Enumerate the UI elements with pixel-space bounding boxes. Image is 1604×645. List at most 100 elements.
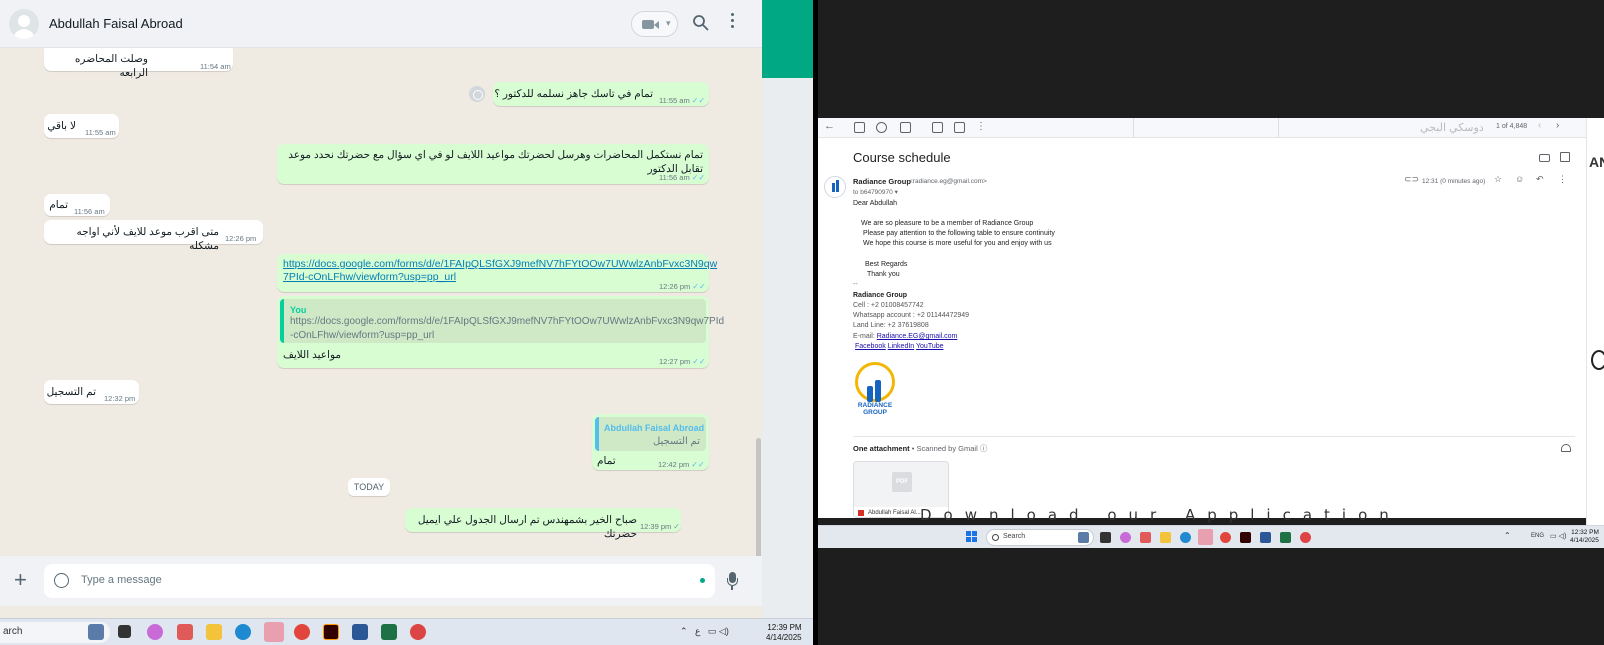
more-icon[interactable]: ⋮	[1558, 174, 1567, 185]
older-icon[interactable]: ‹	[1538, 120, 1541, 131]
message-time: 12:32 pm	[104, 394, 136, 403]
delete-icon[interactable]	[900, 122, 911, 133]
app-chrome-2-icon[interactable]	[1300, 532, 1311, 543]
app-illustrator-icon[interactable]	[323, 624, 339, 640]
message-time: 11:55 am ✓✓	[659, 96, 706, 105]
message-input[interactable]: Type a message	[44, 564, 715, 598]
app-excel-icon[interactable]	[381, 624, 397, 640]
quoted-message[interactable]: Abdullah Faisal Abroad تم التسجيل	[595, 417, 706, 451]
message-bubble-outgoing[interactable]: تمام نستكمل المحاضرات وهرسل لحضرتك مواعي…	[277, 144, 709, 184]
contact-avatar[interactable]	[9, 9, 39, 39]
taskbar-right: Search ⌃ ENG ▭ ◁) 12:32 PM 4/14/2025	[818, 525, 1604, 548]
single-tick-icon: ✓	[673, 522, 680, 531]
windows-start-icon[interactable]	[966, 531, 978, 543]
sender-avatar[interactable]	[824, 176, 846, 198]
app-snipping-icon[interactable]	[1140, 532, 1151, 543]
message-bubble-outgoing[interactable]: You https://docs.google.com/forms/d/e/1F…	[277, 296, 725, 368]
app-word-icon[interactable]	[1260, 532, 1271, 543]
email-regards: Best Regards	[865, 261, 908, 268]
message-bubble-outgoing[interactable]: تمام في تاسك جاهز نسلمه للدكتور ؟ 11:55 …	[493, 82, 709, 106]
app-excel-icon[interactable]	[1280, 532, 1291, 543]
social-links: Facebook LinkedIn YouTube	[855, 343, 944, 350]
message-text: مواعيد اللايف	[283, 349, 342, 361]
mark-unread-icon[interactable]	[932, 122, 943, 133]
back-arrow-icon[interactable]: ←	[824, 120, 835, 132]
taskbar-clock[interactable]: 12:39 PM 4/14/2025	[766, 623, 802, 643]
app-folder-icon[interactable]	[206, 624, 222, 640]
app-copilot-icon[interactable]	[1120, 532, 1131, 543]
whatsapp-brand-strip	[762, 0, 813, 78]
react-emoji-icon[interactable]	[469, 86, 485, 102]
app-illustrator-icon[interactable]	[1240, 532, 1251, 543]
network-volume-icon[interactable]: ▭ ◁)	[1550, 532, 1566, 540]
app-copilot-icon[interactable]	[147, 624, 163, 640]
recipient[interactable]: to b64790970 ▾	[853, 188, 898, 196]
app-notepad-icon[interactable]	[1198, 529, 1213, 545]
video-camera-icon	[642, 20, 654, 29]
print-icon[interactable]	[1539, 154, 1550, 162]
app-notepad-icon[interactable]	[264, 622, 284, 642]
app-bird-icon[interactable]	[88, 624, 104, 640]
video-call-button[interactable]: ▾	[631, 11, 678, 37]
message-text: وصلت المحاضره الرابعه	[74, 53, 148, 79]
app-taskview-icon[interactable]	[118, 625, 131, 638]
star-icon[interactable]: ☆	[1494, 174, 1502, 185]
app-word-icon[interactable]	[352, 624, 368, 640]
message-bubble-incoming[interactable]: متى اقرب موعد للايف لأني اواجه مشكله 12:…	[44, 220, 263, 252]
double-tick-icon: ✓✓	[692, 357, 706, 366]
app-folder-icon[interactable]	[1160, 532, 1171, 543]
app-bird-icon[interactable]	[1078, 532, 1089, 543]
microphone-icon[interactable]	[727, 572, 738, 590]
taskbar-clock[interactable]: 12:32 PM 4/14/2025	[1570, 529, 1599, 545]
app-chrome-2-icon[interactable]	[410, 624, 426, 640]
app-chrome-icon[interactable]	[1220, 532, 1231, 543]
open-new-window-icon[interactable]	[1560, 152, 1570, 162]
newer-icon[interactable]: ›	[1556, 120, 1559, 131]
chat-scrollbar[interactable]	[756, 438, 761, 556]
reply-icon[interactable]: ↶	[1536, 174, 1544, 185]
message-bubble-outgoing[interactable]: صباح الخير بشمهندس تم ارسال الجدول علي ا…	[405, 508, 681, 540]
message-bubble-incoming[interactable]: تمام 11:56 am	[44, 194, 110, 216]
app-snipping-icon[interactable]	[177, 624, 193, 640]
quoted-message[interactable]: You https://docs.google.com/forms/d/e/1F…	[280, 299, 725, 343]
emoji-react-icon[interactable]: ☺	[1515, 174, 1524, 184]
app-chrome-icon[interactable]	[294, 624, 310, 640]
message-link[interactable]: https://docs.google.com/forms/d/e/1FAIpQ…	[283, 258, 717, 284]
contact-name[interactable]: Abdullah Faisal Abroad	[49, 16, 183, 31]
email-link[interactable]: Radiance.EG@gmail.com	[877, 333, 958, 340]
archive-icon[interactable]	[854, 122, 865, 133]
message-bubble-incoming[interactable]: لا باقي 11:55 am	[44, 114, 119, 138]
sender-name[interactable]: Radiance Group	[853, 177, 911, 186]
info-icon[interactable]: ⓘ	[980, 444, 988, 453]
facebook-link[interactable]: Facebook	[855, 343, 886, 350]
app-taskview-icon[interactable]	[1100, 532, 1111, 543]
emoji-icon[interactable]	[54, 573, 69, 588]
email-greeting: Dear Abdullah	[853, 200, 897, 207]
menu-icon[interactable]	[729, 13, 735, 33]
message-bubble-outgoing[interactable]: Abdullah Faisal Abroad تم التسجيل تمام 1…	[592, 414, 709, 470]
search-icon[interactable]	[692, 14, 709, 31]
attach-plus-icon[interactable]: +	[14, 569, 27, 591]
system-tray[interactable]: ⌃ ع ▭ ◁)	[680, 626, 729, 637]
linkedin-link[interactable]: LinkedIn	[888, 343, 914, 350]
app-edge-icon[interactable]	[235, 624, 251, 640]
message-input-placeholder: Type a message	[81, 574, 162, 586]
message-bubble-outgoing[interactable]: https://docs.google.com/forms/d/e/1FAIpQ…	[277, 254, 717, 292]
language-indicator[interactable]: ENG	[1531, 533, 1544, 539]
empty-desktop-area	[818, 548, 1604, 645]
message-bubble-incoming[interactable]: تم التسجيل 12:32 pm	[44, 380, 139, 404]
message-list[interactable]: وصلت المحاضره الرابعه 11:54 am تمام في ت…	[0, 48, 762, 556]
youtube-link[interactable]: YouTube	[916, 343, 944, 350]
more-options-icon[interactable]: ⋮	[976, 121, 986, 132]
message-bubble-incoming[interactable]: وصلت المحاضره الرابعه 11:54 am	[44, 48, 233, 79]
tray-chevron-icon[interactable]: ⌃	[1504, 531, 1511, 540]
move-to-icon[interactable]	[954, 122, 965, 133]
label-icon: ⊂⊃	[1404, 174, 1420, 184]
add-to-drive-icon[interactable]	[1561, 444, 1571, 452]
report-spam-icon[interactable]	[876, 122, 887, 133]
app-edge-icon[interactable]	[1180, 532, 1191, 543]
quoted-text: https://docs.google.com/forms/d/e/1FAIpQ…	[290, 316, 725, 341]
email-subject: Course schedule	[853, 150, 951, 165]
email-line: We are so pleasure to be a member of Rad…	[861, 220, 1034, 227]
message-time: 12:26 pm ✓✓	[659, 282, 706, 291]
